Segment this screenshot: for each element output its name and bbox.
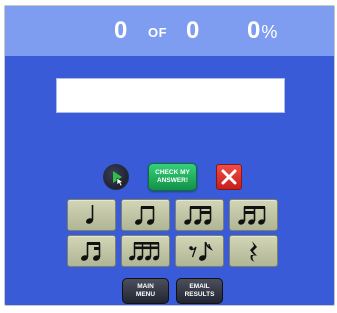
email-results-button[interactable]: EMAIL RESULTS [176,278,223,304]
check-line-1: CHECK MY [155,169,190,176]
quarter-rest-icon [250,241,257,262]
check-answer-button[interactable]: CHECK MY ANSWER! [148,163,197,191]
eighth-two-sixteenths-icon [184,206,212,225]
main-menu-line-1: MAIN [137,283,154,290]
answer-box [56,78,285,113]
total-count: 0 [186,17,200,44]
main-menu-line-2: MENU [135,291,156,298]
correct-count: 0 [114,17,128,44]
percent-value: 0 [247,17,261,44]
two-sixteenths-eighth-icon [238,206,266,225]
game-frame: 0 OF 0 0% CHECK MY ANSWER! MAIN MENU EMA… [4,5,335,306]
rhythm-button-quarter[interactable] [67,199,116,231]
main-menu-button[interactable]: MAIN MENU [122,278,169,304]
rhythm-button-sixteenth-pair-eighth[interactable] [67,235,116,267]
play-button[interactable] [103,164,129,190]
four-sixteenth-notes-icon [129,242,160,261]
two-eighth-notes-icon [135,206,155,225]
eighth-rest-eighth-note-icon [189,241,214,261]
email-results-line-1: EMAIL [189,283,210,290]
rhythm-button-four-sixteenths[interactable] [121,235,170,267]
clear-button[interactable] [216,164,242,190]
rhythm-button-two-sixteenths-eighth[interactable] [229,199,278,231]
sixteenth-sixteenth-eighth-icon [81,242,101,261]
percent-score: 0% [247,17,277,46]
check-line-2: ANSWER! [156,177,189,184]
rhythm-button-eighth-two-sixteenths[interactable] [175,199,224,231]
x-icon [221,169,237,185]
quarter-note-icon [86,205,94,224]
score-header: 0 OF 0 0% [5,6,334,56]
percent-sign: % [261,22,278,42]
of-label: OF [148,25,168,40]
email-results-line-2: RESULTS [184,291,215,298]
rhythm-button-eighth-rest-eighth[interactable] [175,235,224,267]
rhythm-button-quarter-rest[interactable] [229,235,278,267]
play-speaker-icon [113,171,124,187]
rhythm-button-two-eighths[interactable] [121,199,170,231]
